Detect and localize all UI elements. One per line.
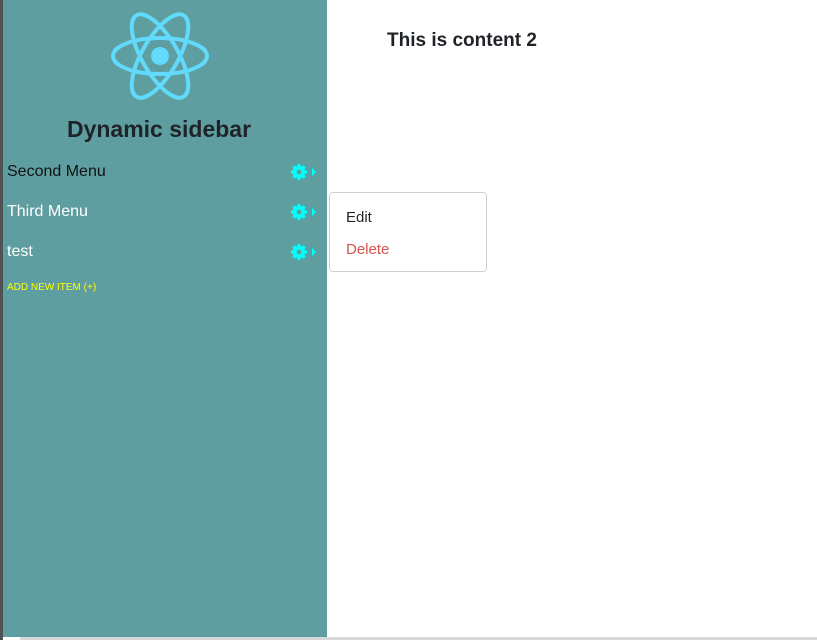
caret-right-icon: [312, 248, 316, 256]
sidebar-item-label: test: [7, 243, 33, 260]
caret-right-icon: [312, 168, 316, 176]
caret-right-icon: [312, 208, 316, 216]
sidebar: Dynamic sidebar Second Menu Third Menu t…: [3, 0, 327, 637]
menu-actions-toggle[interactable]: [290, 203, 320, 221]
content-title: This is content 2: [387, 30, 537, 51]
sidebar-item-label: Second Menu: [7, 163, 106, 180]
add-new-item-link[interactable]: ADD NEW ITEM (+): [7, 282, 96, 293]
sidebar-title: Dynamic sidebar: [66, 116, 252, 142]
edit-menu-item[interactable]: Edit: [346, 209, 372, 226]
react-logo-icon: [111, 12, 209, 100]
gear-icon: [291, 164, 316, 180]
gear-icon: [291, 204, 316, 220]
sidebar-item-third-menu[interactable]: Third Menu: [7, 196, 319, 228]
sidebar-item-label: Third Menu: [7, 203, 88, 220]
delete-menu-item[interactable]: Delete: [346, 241, 389, 258]
menu-actions-toggle[interactable]: [290, 163, 320, 181]
item-actions-dropdown: Edit Delete: [329, 192, 487, 272]
sidebar-item-test[interactable]: test: [7, 236, 319, 268]
menu-actions-toggle[interactable]: [290, 243, 320, 261]
gear-icon: [291, 244, 316, 260]
sidebar-item-second-menu[interactable]: Second Menu: [7, 156, 319, 188]
app-window: Dynamic sidebar Second Menu Third Menu t…: [0, 0, 817, 640]
